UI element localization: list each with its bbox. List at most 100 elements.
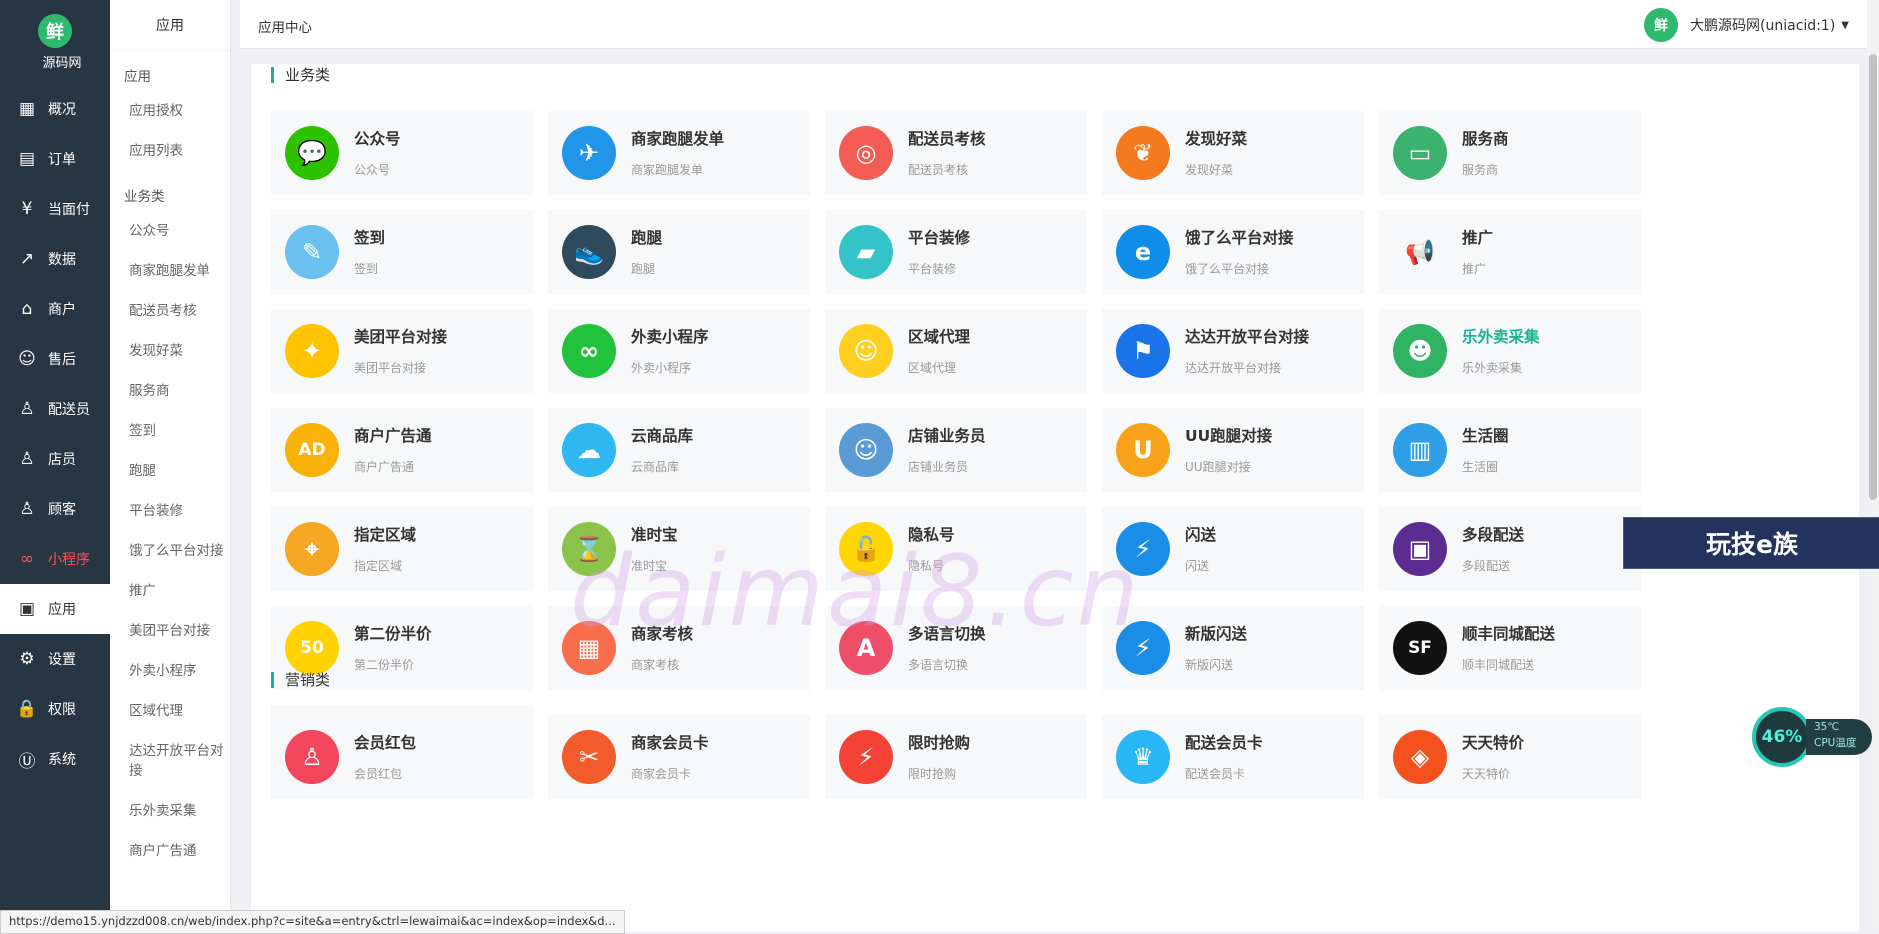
sub-nav-link[interactable]: 公众号 — [110, 211, 230, 251]
sub-nav-link[interactable]: 跑腿 — [110, 451, 230, 491]
app-card[interactable]: ✎ 签到 签到 — [271, 210, 533, 294]
nav-item-11[interactable]: ⚙ 设置 — [0, 634, 110, 684]
app-card[interactable]: ▭ 服务商 服务商 — [1379, 111, 1641, 195]
app-card[interactable]: AD 商户广告通 商户广告通 — [271, 408, 533, 492]
logo[interactable]: 鲜 源码网 — [0, 0, 110, 84]
page-scrollbar[interactable] — [1867, 0, 1879, 932]
app-card[interactable]: ▥ 生活圈 生活圈 — [1379, 408, 1641, 492]
app-card[interactable]: ♛ 配送会员卡 配送会员卡 — [1102, 715, 1364, 799]
app-card[interactable]: 💬 公众号 公众号 — [271, 111, 533, 195]
cpu-widget[interactable]: 46% 35℃ CPU温度 — [1752, 707, 1872, 771]
sub-nav-link[interactable]: 应用列表 — [110, 131, 230, 171]
app-card[interactable]: ◎ 配送员考核 配送员考核 — [825, 111, 1087, 195]
nav-item-1[interactable]: ▤ 订单 — [0, 134, 110, 184]
sub-nav-link[interactable]: 推广 — [110, 571, 230, 611]
clerk-icon: ☺ — [839, 423, 893, 477]
app-desc: 商户广告通 — [354, 460, 415, 474]
app-name: 美团平台对接 — [354, 328, 448, 346]
nav-item-label: 商户 — [48, 302, 76, 318]
wechat-icon: 💬 — [285, 126, 339, 180]
sub-nav-link[interactable]: 商家跑腿发单 — [110, 251, 230, 291]
paint-roller-icon: ▰ — [839, 225, 893, 279]
sub-nav-link[interactable]: 外卖小程序 — [110, 651, 230, 691]
app-card[interactable]: U UU跑腿对接 UU跑腿对接 — [1102, 408, 1364, 492]
scrollbar-thumb[interactable] — [1869, 54, 1877, 500]
app-card[interactable]: ◈ 天天特价 天天特价 — [1379, 715, 1641, 799]
app-name: 区域代理 — [908, 328, 971, 346]
sub-nav-link[interactable]: 平台装修 — [110, 491, 230, 531]
app-card[interactable]: ☻ 乐外卖采集 乐外卖采集 — [1379, 309, 1641, 393]
nav-item-13[interactable]: Ⓤ 系统 — [0, 734, 110, 784]
sub-nav-link[interactable]: 区域代理 — [110, 691, 230, 731]
app-card[interactable]: ✦ 美团平台对接 美团平台对接 — [271, 309, 533, 393]
top-header: 应用中心 鲜 大鹏源码网(uniacid:1) ▼ — [240, 0, 1879, 49]
app-card[interactable]: ❦ 发现好菜 发现好菜 — [1102, 111, 1364, 195]
sub-nav: 应用 应用 应用授权 应用列表 业务类 公众号 商家跑腿发单 配送员考核 发现好菜 服务商… — [110, 0, 231, 932]
user-menu[interactable]: 鲜 大鹏源码网(uniacid:1) ▼ — [1644, 8, 1849, 42]
app-desc: 准时宝 — [631, 559, 668, 573]
app-card[interactable]: ✈ 商家跑腿发单 商家跑腿发单 — [548, 111, 810, 195]
app-card[interactable]: ☺ 店铺业务员 店铺业务员 — [825, 408, 1087, 492]
sub-nav-link[interactable]: 应用授权 — [110, 91, 230, 131]
nav-icon: ♙ — [19, 499, 35, 519]
app-card[interactable]: ▦ 商家考核 商家考核 — [548, 606, 810, 690]
price-tag-icon: ◈ — [1393, 730, 1447, 784]
app-card[interactable]: A 多语言切换 多语言切换 — [825, 606, 1087, 690]
sub-nav-link[interactable]: 饿了么平台对接 — [110, 531, 225, 571]
app-card[interactable]: ☺ 区域代理 区域代理 — [825, 309, 1087, 393]
agent-icon: ☺ — [839, 324, 893, 378]
app-card[interactable]: ⚡ 新版闪送 新版闪送 — [1102, 606, 1364, 690]
app-card[interactable]: ∞ 外卖小程序 外卖小程序 — [548, 309, 810, 393]
app-card[interactable]: 🔓 隐私号 隐私号 — [825, 507, 1087, 591]
app-card[interactable]: ⚡ 限时抢购 限时抢购 — [825, 715, 1087, 799]
app-card[interactable]: ⌖ 指定区域 指定区域 — [271, 507, 533, 591]
app-card[interactable]: 📢 推广 推广 — [1379, 210, 1641, 294]
lightning-icon: ⚡ — [1116, 621, 1170, 675]
nav-item-12[interactable]: 🔒 权限 — [0, 684, 110, 734]
app-name: 闪送 — [1185, 526, 1217, 544]
nav-item-3[interactable]: ↗ 数据 — [0, 234, 110, 284]
nav-item-10[interactable]: ▣ 应用 — [0, 584, 110, 634]
nav-icon: ↗ — [19, 249, 35, 269]
app-card[interactable]: 👟 跑腿 跑腿 — [548, 210, 810, 294]
app-desc: 第二份半价 — [354, 658, 415, 672]
app-card[interactable]: ✂ 商家会员卡 商家会员卡 — [548, 715, 810, 799]
app-card[interactable]: ☁ 云商品库 云商品库 — [548, 408, 810, 492]
nav-item-label: 店员 — [48, 452, 76, 468]
sub-nav-group-apps: 应用 — [124, 69, 151, 85]
app-name: 公众号 — [354, 130, 401, 148]
app-name: 签到 — [354, 229, 386, 247]
nav-item-7[interactable]: ♙ 店员 — [0, 434, 110, 484]
status-bar-url: https://demo15.ynjdzzd008.cn/web/index.p… — [0, 910, 625, 934]
sub-nav-link[interactable]: 商户广告通 — [110, 831, 230, 871]
nav-item-5[interactable]: ☺ 售后 — [0, 334, 110, 384]
app-card[interactable]: SF 顺丰同城配送 顺丰同城配送 — [1379, 606, 1641, 690]
app-card[interactable]: ⚡ 闪送 闪送 — [1102, 507, 1364, 591]
nav-item-6[interactable]: ♙ 配送员 — [0, 384, 110, 434]
eleme-icon: e — [1116, 225, 1170, 279]
app-card[interactable]: ▰ 平台装修 平台装修 — [825, 210, 1087, 294]
app-card[interactable]: ▣ 多段配送 多段配送 — [1379, 507, 1641, 591]
app-name: 新版闪送 — [1185, 625, 1248, 643]
sub-nav-link[interactable]: 达达开放平台对接 — [110, 731, 225, 791]
kangaroo-icon: ✦ — [285, 324, 339, 378]
nav-item-2[interactable]: ¥ 当面付 — [0, 184, 110, 234]
ad-banner[interactable]: 玩技e族 — [1623, 517, 1879, 569]
sub-nav-link[interactable]: 乐外卖采集 — [110, 791, 230, 831]
nav-item-4[interactable]: ⌂ 商户 — [0, 284, 110, 334]
nav-item-8[interactable]: ♙ 顾客 — [0, 484, 110, 534]
nav-item-0[interactable]: ▦ 概况 — [0, 84, 110, 134]
sub-nav-link[interactable]: 美团平台对接 — [110, 611, 230, 651]
app-card[interactable]: ♙ 会员红包 会员红包 — [271, 715, 533, 799]
sub-nav-link[interactable]: 配送员考核 — [110, 291, 230, 331]
app-card[interactable]: ⚑ 达达开放平台对接 达达开放平台对接 — [1102, 309, 1364, 393]
sub-nav-link[interactable]: 发现好菜 — [110, 331, 230, 371]
sub-nav-link[interactable]: 服务商 — [110, 371, 230, 411]
sub-nav-link[interactable]: 签到 — [110, 411, 230, 451]
app-name: UU跑腿对接 — [1185, 427, 1273, 445]
nav-icon: ⌂ — [21, 299, 33, 319]
app-card[interactable]: ⌛ 准时宝 准时宝 — [548, 507, 810, 591]
app-card[interactable]: e 饿了么平台对接 饿了么平台对接 — [1102, 210, 1364, 294]
section-title-marketing: 营销类 — [271, 672, 330, 688]
nav-item-9[interactable]: ∞ 小程序 — [0, 534, 110, 584]
